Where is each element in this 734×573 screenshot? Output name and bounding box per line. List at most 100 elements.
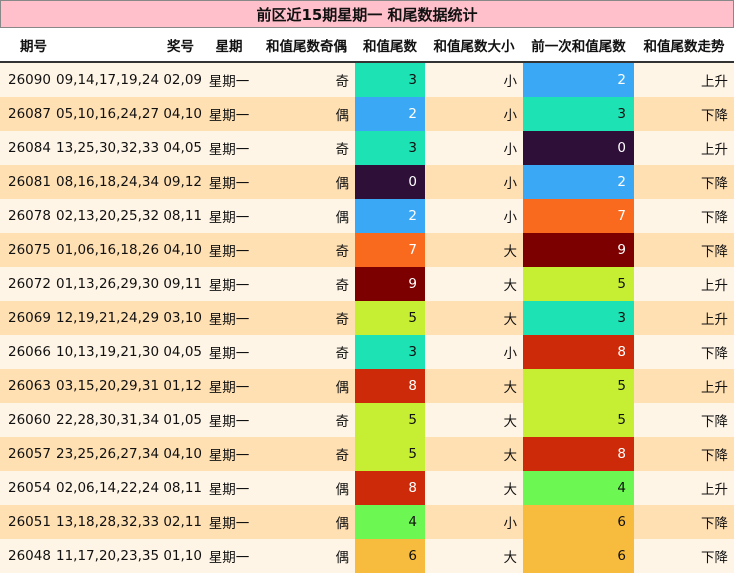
prev-tail-cell: 8 (523, 335, 634, 369)
tail-cell: 2 (355, 97, 425, 131)
parity-cell: 偶 (258, 505, 355, 539)
table-row: 26078 02,13,20,25,32 08,11 星期一偶 2 小 7 下降 (0, 199, 734, 233)
issue-cell: 26066 (0, 335, 54, 369)
numbers-cell: 13,18,28,32,33 02,11 (54, 505, 202, 539)
numbers-cell: 02,06,14,22,24 08,11 (54, 471, 202, 505)
tail-cell: 3 (355, 62, 425, 97)
size-cell: 大 (425, 403, 523, 437)
weekday-cell: 星期一 (200, 539, 258, 573)
trend-cell: 上升 (634, 301, 734, 335)
numbers-cell: 01,13,26,29,30 09,11 (54, 267, 202, 301)
trend-cell: 上升 (634, 62, 734, 97)
prev-tail-cell: 5 (523, 403, 634, 437)
issue-cell: 26054 (0, 471, 54, 505)
prev-tail-cell: 5 (523, 369, 634, 403)
trend-cell: 下降 (634, 437, 734, 471)
issue-cell: 26081 (0, 165, 54, 199)
size-cell: 小 (425, 165, 523, 199)
table-row: 26060 22,28,30,31,34 01,05 星期一奇 5 大 5 下降 (0, 403, 734, 437)
weekday-cell: 星期一 (200, 165, 258, 199)
weekday-cell: 星期一 (200, 437, 258, 471)
parity-cell: 奇 (258, 62, 355, 97)
size-cell: 小 (425, 335, 523, 369)
issue-cell: 26084 (0, 131, 54, 165)
prev-tail-cell: 2 (523, 165, 634, 199)
weekday-cell: 星期一 (200, 97, 258, 131)
header-trend: 和值尾数走势 (634, 28, 734, 63)
header-issue: 期号 (0, 28, 54, 63)
size-cell: 小 (425, 62, 523, 97)
tail-cell: 3 (355, 335, 425, 369)
issue-cell: 26051 (0, 505, 54, 539)
prev-tail-cell: 0 (523, 131, 634, 165)
table-row: 26081 08,16,18,24,34 09,12 星期一偶 0 小 2 下降 (0, 165, 734, 199)
parity-cell: 奇 (258, 403, 355, 437)
prev-tail-cell: 4 (523, 471, 634, 505)
issue-cell: 26063 (0, 369, 54, 403)
tail-cell: 4 (355, 505, 425, 539)
issue-cell: 26060 (0, 403, 54, 437)
table-row: 26069 12,19,21,24,29 03,10 星期一奇 5 大 3 上升 (0, 301, 734, 335)
trend-cell: 上升 (634, 131, 734, 165)
header-tail: 和值尾数 (355, 28, 425, 63)
numbers-cell: 23,25,26,27,34 04,10 (54, 437, 202, 471)
prev-tail-cell: 6 (523, 539, 634, 573)
weekday-cell: 星期一 (200, 131, 258, 165)
issue-cell: 26087 (0, 97, 54, 131)
tail-cell: 0 (355, 165, 425, 199)
header-numbers: 奖号 (54, 28, 200, 63)
header-prev-tail: 前一次和值尾数 (523, 28, 634, 63)
size-cell: 小 (425, 505, 523, 539)
weekday-cell: 星期一 (200, 62, 258, 97)
size-cell: 小 (425, 97, 523, 131)
size-cell: 大 (425, 267, 523, 301)
weekday-cell: 星期一 (200, 369, 258, 403)
size-cell: 小 (425, 199, 523, 233)
table-row: 26075 01,06,16,18,26 04,10 星期一奇 7 大 9 下降 (0, 233, 734, 267)
prev-tail-cell: 9 (523, 233, 634, 267)
prev-tail-cell: 2 (523, 62, 634, 97)
parity-cell: 偶 (258, 369, 355, 403)
numbers-cell: 10,13,19,21,30 04,05 (54, 335, 202, 369)
stats-table: 期号 奖号 星期 和值尾数奇偶 和值尾数 和值尾数大小 前一次和值尾数 和值尾数… (0, 28, 734, 573)
prev-tail-cell: 3 (523, 97, 634, 131)
parity-cell: 偶 (258, 165, 355, 199)
table-row: 26072 01,13,26,29,30 09,11 星期一奇 9 大 5 上升 (0, 267, 734, 301)
issue-cell: 26048 (0, 539, 54, 573)
prev-tail-cell: 7 (523, 199, 634, 233)
issue-cell: 26057 (0, 437, 54, 471)
numbers-cell: 01,06,16,18,26 04,10 (54, 233, 202, 267)
parity-cell: 奇 (258, 437, 355, 471)
numbers-cell: 22,28,30,31,34 01,05 (54, 403, 202, 437)
table-row: 26066 10,13,19,21,30 04,05 星期一奇 3 小 8 下降 (0, 335, 734, 369)
table-row: 26057 23,25,26,27,34 04,10 星期一奇 5 大 8 下降 (0, 437, 734, 471)
parity-cell: 奇 (258, 267, 355, 301)
weekday-cell: 星期一 (200, 335, 258, 369)
trend-cell: 上升 (634, 267, 734, 301)
table-row: 26051 13,18,28,32,33 02,11 星期一偶 4 小 6 下降 (0, 505, 734, 539)
table-row: 26087 05,10,16,24,27 04,10 星期一偶 2 小 3 下降 (0, 97, 734, 131)
tail-cell: 2 (355, 199, 425, 233)
numbers-cell: 03,15,20,29,31 01,12 (54, 369, 202, 403)
trend-cell: 下降 (634, 233, 734, 267)
trend-cell: 下降 (634, 165, 734, 199)
tail-cell: 8 (355, 369, 425, 403)
size-cell: 大 (425, 233, 523, 267)
tail-cell: 5 (355, 301, 425, 335)
weekday-cell: 星期一 (200, 233, 258, 267)
tail-cell: 5 (355, 437, 425, 471)
table-title: 前区近15期星期一 和尾数据统计 (0, 0, 734, 28)
weekday-cell: 星期一 (200, 301, 258, 335)
issue-cell: 26090 (0, 62, 54, 97)
stats-page: 前区近15期星期一 和尾数据统计 期号 奖号 星期 和值尾数奇偶 和值尾数 和值… (0, 0, 734, 573)
weekday-cell: 星期一 (200, 199, 258, 233)
numbers-cell: 08,16,18,24,34 09,12 (54, 165, 202, 199)
parity-cell: 奇 (258, 233, 355, 267)
issue-cell: 26072 (0, 267, 54, 301)
header-parity: 和值尾数奇偶 (258, 28, 355, 63)
issue-cell: 26069 (0, 301, 54, 335)
trend-cell: 下降 (634, 539, 734, 573)
header-size: 和值尾数大小 (425, 28, 523, 63)
trend-cell: 下降 (634, 505, 734, 539)
tail-cell: 6 (355, 539, 425, 573)
